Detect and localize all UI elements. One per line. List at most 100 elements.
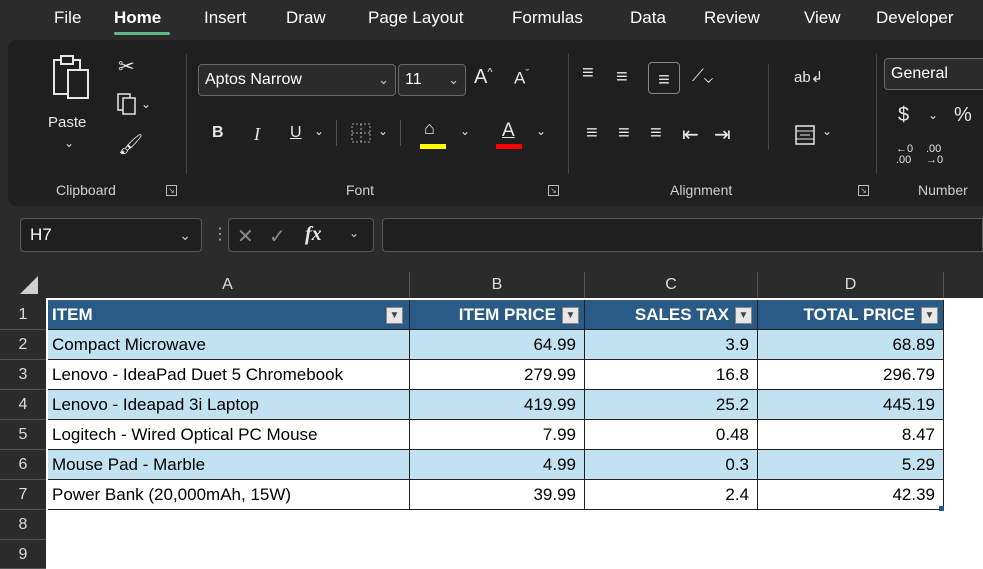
top-align-icon[interactable]: ≡ [582, 62, 594, 85]
table-cell[interactable]: 3.9 [585, 330, 758, 360]
chevron-down-icon[interactable]: ⌄ [928, 108, 938, 122]
cut-icon[interactable]: ✂ [118, 54, 135, 79]
wrap-text-icon[interactable]: ab↲ [794, 68, 823, 86]
table-cell[interactable]: 42.39 [758, 480, 944, 510]
tab-page-layout[interactable]: Page Layout [368, 8, 463, 28]
tab-formulas[interactable]: Formulas [512, 8, 583, 28]
table-cell[interactable]: 25.2 [585, 390, 758, 420]
decrease-decimal-icon[interactable]: .00 →0 [926, 144, 943, 166]
table-cell[interactable]: 296.79 [758, 360, 944, 390]
more-options-icon[interactable]: ⋮ [212, 224, 228, 244]
row-header-1[interactable]: 1 [0, 300, 46, 330]
decrease-font-size-icon[interactable]: Aˇ [514, 68, 529, 89]
column-header-a[interactable]: A [46, 272, 410, 298]
italic-button[interactable]: I [254, 124, 260, 145]
middle-align-icon[interactable]: ≡ [616, 66, 628, 89]
filter-dropdown-icon[interactable]: ▼ [386, 307, 403, 324]
table-cell[interactable]: 419.99 [410, 390, 585, 420]
table-cell[interactable]: Lenovo - Ideapad 3i Laptop [48, 390, 410, 420]
align-center-icon[interactable]: ≡ [618, 122, 630, 145]
bold-button[interactable]: B [212, 124, 224, 142]
table-cell[interactable]: Logitech - Wired Optical PC Mouse [48, 420, 410, 450]
paste-button[interactable]: Paste ⌄ [44, 52, 100, 158]
table-header-cell[interactable]: TOTAL PRICE ▼ [758, 300, 944, 330]
chevron-down-icon[interactable]: ⌄ [349, 226, 359, 240]
table-cell[interactable]: 2.4 [585, 480, 758, 510]
table-cell[interactable]: 4.99 [410, 450, 585, 480]
enter-icon[interactable]: ✓ [269, 224, 286, 249]
bottom-align-icon[interactable]: ≡ [648, 62, 680, 94]
copy-icon[interactable]: ⌄ [116, 92, 150, 118]
percent-button[interactable]: % [954, 104, 972, 127]
select-all-icon[interactable] [0, 272, 46, 298]
table-header-cell[interactable]: SALES TAX ▼ [585, 300, 758, 330]
increase-decimal-icon[interactable]: ←0.00 [896, 144, 913, 166]
column-header-d[interactable]: D [758, 272, 944, 298]
row-header-4[interactable]: 4 [0, 390, 46, 420]
font-dialog-launcher-icon[interactable]: ↘ [548, 185, 559, 196]
tab-draw[interactable]: Draw [286, 8, 326, 28]
table-cell[interactable]: 0.48 [585, 420, 758, 450]
tab-home[interactable]: Home [114, 8, 161, 28]
table-header-cell[interactable]: ITEM PRICE ▼ [410, 300, 585, 330]
tab-view[interactable]: View [804, 8, 841, 28]
column-header-c[interactable]: C [585, 272, 758, 298]
font-name-select[interactable]: Aptos Narrow ⌄ [198, 64, 396, 96]
table-cell[interactable]: 5.29 [758, 450, 944, 480]
table-cell[interactable]: 7.99 [410, 420, 585, 450]
chevron-down-icon[interactable]: ⌄ [314, 124, 324, 138]
table-cell[interactable]: 16.8 [585, 360, 758, 390]
alignment-dialog-launcher-icon[interactable]: ↘ [858, 185, 869, 196]
increase-indent-icon[interactable]: ⇥ [714, 122, 731, 147]
number-format-select[interactable]: General [884, 58, 983, 90]
filter-dropdown-icon[interactable]: ▼ [921, 307, 938, 324]
decrease-indent-icon[interactable]: ⇤ [682, 122, 699, 147]
font-size-select[interactable]: 11 ⌄ [398, 64, 466, 96]
currency-button[interactable]: $ [898, 104, 909, 127]
filter-dropdown-icon[interactable]: ▼ [735, 307, 752, 324]
align-right-icon[interactable]: ≡ [650, 122, 662, 145]
table-cell[interactable]: Compact Microwave [48, 330, 410, 360]
column-header-b[interactable]: B [410, 272, 585, 298]
row-header-8[interactable]: 8 [0, 510, 46, 540]
tab-insert[interactable]: Insert [204, 8, 247, 28]
borders-icon[interactable] [350, 122, 372, 144]
clipboard-dialog-launcher-icon[interactable]: ↘ [166, 185, 177, 196]
table-header-cell[interactable]: ITEM ▼ [48, 300, 410, 330]
row-header-3[interactable]: 3 [0, 360, 46, 390]
row-header-2[interactable]: 2 [0, 330, 46, 360]
tab-developer[interactable]: Developer [876, 8, 954, 28]
chevron-down-icon[interactable]: ⌄ [536, 124, 546, 138]
merge-center-icon[interactable] [794, 124, 816, 146]
table-cell[interactable]: 279.99 [410, 360, 585, 390]
name-box[interactable]: H7 ⌄ [20, 218, 202, 252]
formula-input[interactable] [382, 218, 983, 252]
table-cell[interactable]: 0.3 [585, 450, 758, 480]
table-cell[interactable]: Mouse Pad - Marble [48, 450, 410, 480]
table-cell[interactable]: 64.99 [410, 330, 585, 360]
format-painter-icon[interactable]: 🖌 [118, 132, 143, 157]
table-cell[interactable]: Power Bank (20,000mAh, 15W) [48, 480, 410, 510]
insert-function-button[interactable]: fx [305, 223, 322, 246]
table-resize-handle[interactable] [939, 506, 944, 511]
table-cell[interactable]: 8.47 [758, 420, 944, 450]
table-cell[interactable]: 445.19 [758, 390, 944, 420]
table-cell[interactable]: Lenovo - IdeaPad Duet 5 Chromebook [48, 360, 410, 390]
row-header-6[interactable]: 6 [0, 450, 46, 480]
row-header-5[interactable]: 5 [0, 420, 46, 450]
table-cell[interactable]: 68.89 [758, 330, 944, 360]
row-header-9[interactable]: 9 [0, 540, 46, 569]
filter-dropdown-icon[interactable]: ▼ [562, 307, 579, 324]
tab-data[interactable]: Data [630, 8, 666, 28]
tab-review[interactable]: Review [704, 8, 760, 28]
cancel-icon[interactable]: ✕ [237, 224, 254, 249]
chevron-down-icon[interactable]: ⌄ [460, 124, 470, 138]
table-cell[interactable]: 39.99 [410, 480, 585, 510]
chevron-down-icon[interactable]: ⌄ [378, 124, 388, 138]
row-header-7[interactable]: 7 [0, 480, 46, 510]
font-color-button[interactable]: A [502, 120, 515, 142]
increase-font-size-icon[interactable]: A^ [474, 66, 493, 89]
tab-file[interactable]: File [54, 8, 81, 28]
align-left-icon[interactable]: ≡ [586, 122, 598, 145]
chevron-down-icon[interactable]: ⌄ [822, 124, 832, 138]
